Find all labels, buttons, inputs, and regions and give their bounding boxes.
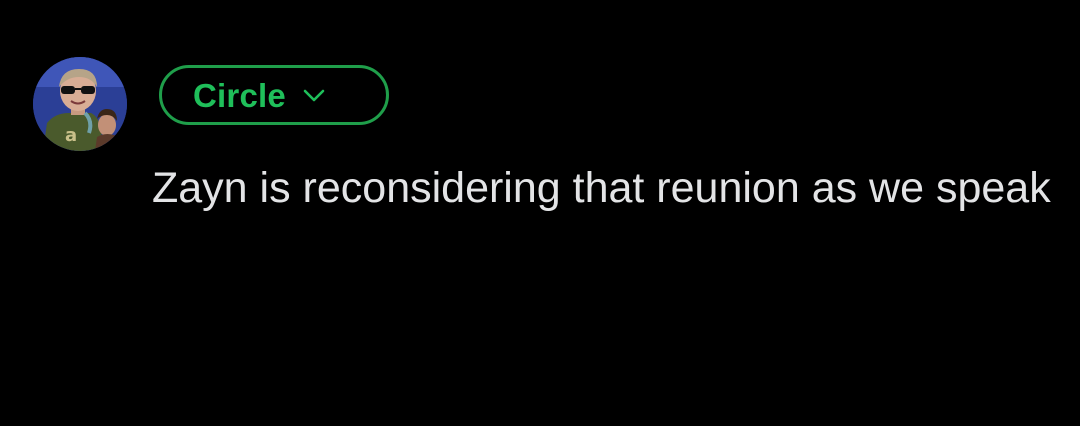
audience-label: Circle [193,76,286,114]
audience-selector-button[interactable]: Circle [159,65,389,125]
svg-text:a: a [65,125,77,146]
post-compose-area: a Circle Zayn is reconsidering that reun… [0,0,1080,426]
chevron-down-icon [303,89,325,102]
avatar[interactable]: a [33,57,127,151]
avatar-photo: a [33,57,127,151]
post-text[interactable]: Zayn is reconsidering that reunion as we… [152,158,1052,219]
